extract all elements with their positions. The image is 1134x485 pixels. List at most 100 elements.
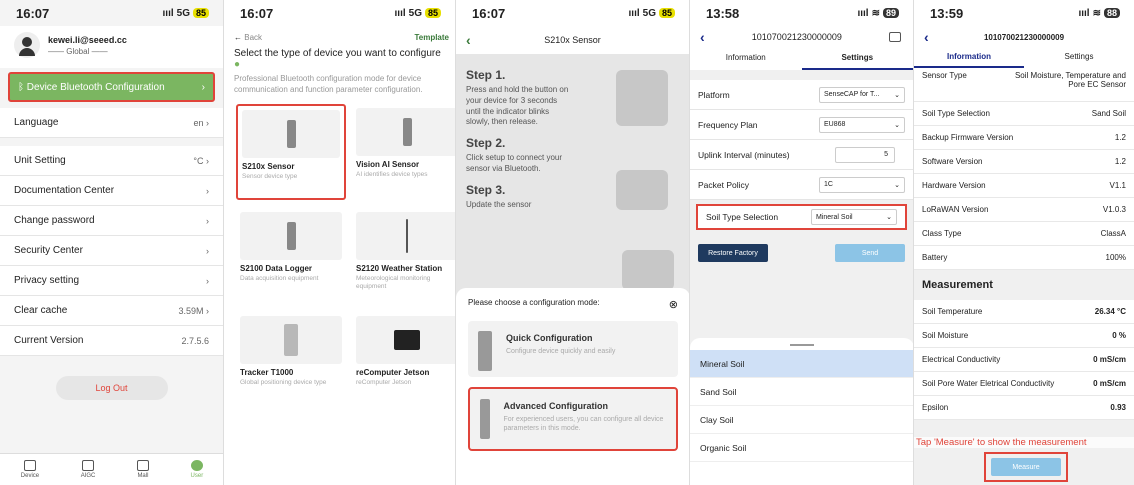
row-label: Epsilon — [922, 403, 949, 412]
row-label: Soil Type Selection — [706, 212, 779, 222]
status-time: 13:58 — [706, 5, 740, 21]
tab-information[interactable]: Information — [690, 48, 802, 70]
row-value: 0 mS/cm — [1093, 379, 1126, 388]
option-subtitle: Configure device quickly and easily — [506, 348, 616, 355]
packet-policy-select[interactable]: 1C ⌄ — [819, 176, 905, 193]
bluetooth-icon: ᛒ — [18, 81, 27, 93]
tab-device[interactable]: Device — [21, 460, 39, 479]
soil-type-select[interactable]: Mineral Soil ⌄ — [811, 209, 897, 225]
device-card-s2120[interactable]: S2120 Weather Station Meteorological mon… — [352, 208, 455, 304]
device-subtitle: Meteorological monitoring equipment — [356, 274, 431, 291]
picker-option[interactable]: Sand Soil — [690, 378, 913, 406]
info-row: Hardware Version V1.1 — [914, 174, 1134, 198]
tab-information[interactable]: Information — [914, 48, 1024, 68]
back-chevron-icon[interactable]: ‹ — [700, 29, 705, 45]
info-row: LoRaWAN Version V1.0.3 — [914, 198, 1134, 222]
packet-policy-row: Packet Policy 1C ⌄ — [690, 170, 913, 200]
close-icon[interactable]: ⊗ — [669, 298, 678, 311]
user-settings-screen: 16:07 ıııl 5G 85 kewei.li@seeed.cc —— Gl… — [0, 0, 224, 485]
device-bluetooth-config-button[interactable]: ᛒ Device Bluetooth Configuration › — [8, 72, 215, 102]
status-time: 16:07 — [16, 5, 50, 21]
row-value: 0.93 — [1110, 403, 1126, 412]
device-subtitle: Data acquisition equipment — [240, 274, 319, 282]
sheet-grabber[interactable] — [790, 344, 814, 346]
frequency-plan-select[interactable]: EU868 ⌄ — [819, 116, 905, 133]
row-value: ClassA — [1100, 229, 1126, 238]
back-arrow-icon: ← — [234, 32, 245, 42]
row-label: Class Type — [922, 229, 962, 238]
step-text: Update the sensor — [466, 199, 532, 209]
template-link[interactable]: Template — [414, 33, 449, 42]
status-bar: 16:07 ıııl 5G 85 — [456, 0, 689, 26]
picker-option[interactable]: Clay Soil — [690, 406, 913, 434]
aigc-icon — [82, 460, 95, 471]
tab-label: AIGC — [80, 473, 96, 479]
restore-factory-button[interactable]: Restore Factory — [698, 244, 768, 262]
device-name: S2100 Data Logger — [240, 263, 313, 273]
uplink-interval-input[interactable]: 5 — [835, 146, 895, 163]
battery-badge: 89 — [882, 8, 899, 18]
device-subtitle: AI identifies device types — [356, 170, 428, 178]
row-value: 1.2 — [1114, 133, 1126, 142]
bt-config-label: Device Bluetooth Configuration — [26, 81, 165, 93]
avatar[interactable] — [14, 32, 40, 58]
menu-item-docs[interactable]: Documentation Center › — [0, 176, 223, 206]
menu-item-password[interactable]: Change password › — [0, 206, 223, 236]
platform-select[interactable]: SenseCAP for T... ⌄ — [819, 86, 905, 103]
signal-bars-icon: ıııl — [857, 7, 869, 19]
signal-bars-icon: ıııl — [1078, 7, 1090, 19]
device-card-s210x[interactable]: S210x Sensor Sensor device type — [236, 103, 346, 200]
menu-label: Security Center — [14, 245, 83, 256]
picker-option[interactable]: Organic Soil — [690, 434, 913, 462]
tab-settings[interactable]: Settings — [1024, 48, 1134, 68]
tab-mall[interactable]: Mall — [136, 460, 149, 479]
settings-screen: 13:58 ıııl ≋ 89 ‹ 101070021230000009 Inf… — [690, 0, 914, 485]
tab-settings[interactable]: Settings — [801, 48, 913, 70]
menu-label: Language — [14, 117, 59, 128]
menu-item-cache[interactable]: Clear cache 3.59M › — [0, 296, 223, 326]
device-card-s2100[interactable]: S2100 Data Logger Data acquisition equip… — [236, 208, 346, 304]
row-label: Frequency Plan — [698, 119, 758, 130]
send-button[interactable]: Send — [835, 244, 905, 262]
menu-label: Change password — [14, 215, 95, 226]
device-card-recomputer[interactable]: reComputer Jetson reComputer Jetson — [352, 312, 455, 408]
row-value: Sand Soil — [1091, 109, 1126, 118]
status-time: 16:07 — [472, 5, 506, 21]
chevron-right-icon: › — [206, 275, 209, 286]
status-time: 16:07 — [240, 5, 274, 21]
device-card-t1000[interactable]: Tracker T1000 Global positioning device … — [236, 312, 346, 408]
menu-value: 2.7.5.6 — [181, 335, 209, 346]
row-label: Hardware Version — [922, 181, 986, 190]
wifi-icon: ≋ — [871, 7, 880, 19]
info-row: Class Type ClassA — [914, 222, 1134, 246]
chevron-right-icon: › — [206, 117, 209, 128]
quick-config-option[interactable]: Quick Configuration Configure device quic… — [468, 321, 678, 377]
back-button[interactable]: ← Back — [234, 33, 262, 42]
tab-aigc[interactable]: AIGC — [80, 460, 96, 479]
page-description: Professional Bluetooth configuration mod… — [234, 74, 423, 94]
profile-header[interactable]: kewei.li@seeed.cc —— Global —— — [0, 26, 223, 68]
soil-type-picker: Mineral Soil Sand Soil Clay Soil Organic… — [690, 338, 913, 485]
menu-item-unit[interactable]: Unit Setting °C › — [0, 146, 223, 176]
menu-item-language[interactable]: Language en › — [0, 108, 223, 138]
panel-toggle-icon[interactable] — [889, 32, 901, 42]
menu-item-privacy[interactable]: Privacy setting › — [0, 266, 223, 296]
status-bar: 13:58 ıııl ≋ 89 — [690, 0, 913, 26]
row-label: Battery — [922, 253, 948, 262]
page-heading: Select the type of device you want to co… — [234, 48, 441, 70]
measurement-row: Epsilon 0.93 — [914, 396, 1134, 420]
advanced-config-option[interactable]: Advanced Configuration For experienced us… — [468, 387, 678, 451]
row-label: Software Version — [922, 157, 983, 166]
device-name: reComputer Jetson — [356, 367, 430, 377]
device-card-vision-ai[interactable]: Vision AI Sensor AI identifies device ty… — [352, 104, 455, 200]
logout-button[interactable]: Log Out — [55, 376, 168, 400]
menu-item-security[interactable]: Security Center › — [0, 236, 223, 266]
mall-icon — [136, 460, 149, 471]
measure-button[interactable]: Measure — [991, 458, 1061, 476]
tab-user[interactable]: User — [191, 460, 203, 479]
picker-option[interactable]: Mineral Soil — [690, 350, 913, 378]
info-row: Backup Firmware Version 1.2 — [914, 126, 1134, 150]
tab-label: Mall — [137, 473, 149, 479]
platform-row: Platform SenseCAP for T... ⌄ — [690, 80, 913, 110]
battery-badge: 85 — [658, 8, 675, 18]
